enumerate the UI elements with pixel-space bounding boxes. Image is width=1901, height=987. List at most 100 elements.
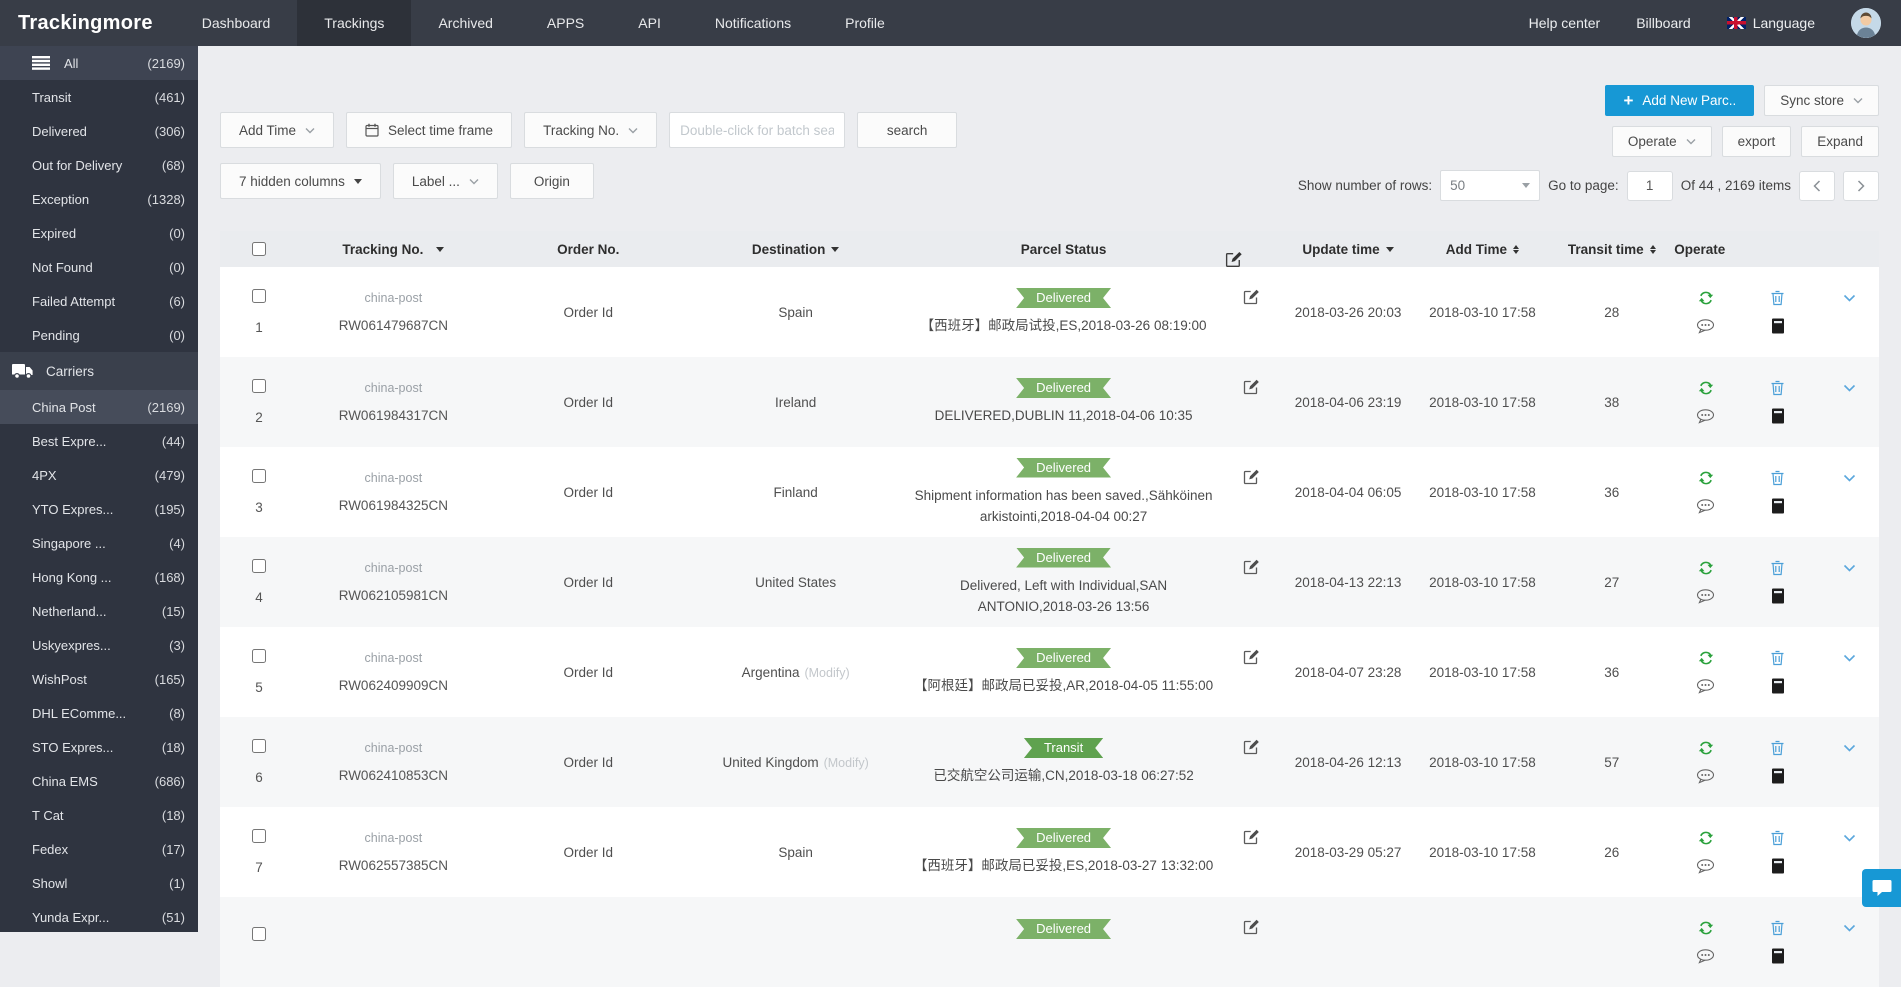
edit-note-icon[interactable] (1242, 917, 1261, 936)
archive-icon[interactable] (1771, 948, 1785, 964)
sidebar-item[interactable]: Netherland... (15) (0, 594, 198, 628)
tracking-number[interactable]: RW062410853CN (339, 768, 448, 783)
comment-icon[interactable] (1696, 319, 1715, 334)
comment-icon[interactable] (1696, 589, 1715, 604)
label-filter-dropdown[interactable]: Label ... (393, 163, 498, 199)
hidden-columns-dropdown[interactable]: 7 hidden columns (220, 163, 381, 199)
sidebar-item[interactable]: DHL EComme... (8) (0, 696, 198, 730)
nav-tab[interactable]: Profile (818, 0, 912, 46)
refresh-icon[interactable] (1698, 830, 1714, 846)
page-number-input[interactable] (1627, 171, 1673, 201)
search-button[interactable]: search (857, 112, 957, 148)
edit-note-icon[interactable] (1242, 737, 1261, 756)
tracking-number[interactable]: RW062409909CN (339, 678, 448, 693)
row-checkbox[interactable] (252, 379, 266, 393)
edit-note-icon[interactable] (1242, 377, 1261, 396)
delete-icon[interactable] (1770, 290, 1785, 306)
nav-tab[interactable]: Notifications (688, 0, 818, 46)
sidebar-item[interactable]: WishPost (165) (0, 662, 198, 696)
modify-link[interactable]: (Modify) (824, 756, 869, 770)
delete-icon[interactable] (1770, 740, 1785, 756)
sidebar-item[interactable]: Exception (1328) (0, 182, 198, 216)
expand-row-chevron-icon[interactable] (1843, 384, 1856, 393)
expand-row-chevron-icon[interactable] (1843, 744, 1856, 753)
sync-store-dropdown[interactable]: Sync store (1764, 85, 1879, 116)
sidebar-item[interactable]: Hong Kong ... (168) (0, 560, 198, 594)
prev-page-button[interactable] (1799, 171, 1835, 201)
expand-row-chevron-icon[interactable] (1843, 564, 1856, 573)
nav-tab[interactable]: API (611, 0, 688, 46)
select-time-frame-button[interactable]: Select time frame (346, 112, 512, 148)
rows-per-page-select[interactable]: 50 (1440, 170, 1540, 201)
sidebar-item[interactable]: China EMS (686) (0, 764, 198, 798)
archive-icon[interactable] (1771, 858, 1785, 874)
nav-billboard[interactable]: Billboard (1636, 15, 1690, 31)
row-checkbox[interactable] (252, 559, 266, 573)
live-chat-button[interactable] (1862, 869, 1901, 907)
delete-icon[interactable] (1770, 920, 1785, 936)
sidebar-item[interactable]: Delivered (306) (0, 114, 198, 148)
row-checkbox[interactable] (252, 469, 266, 483)
header-update-time[interactable]: Update time (1278, 242, 1417, 257)
export-button[interactable]: export (1722, 126, 1792, 157)
nav-tab[interactable]: Trackings (297, 0, 411, 46)
row-checkbox[interactable] (252, 927, 266, 941)
archive-icon[interactable] (1771, 498, 1785, 514)
sidebar-item[interactable]: Best Expre... (44) (0, 424, 198, 458)
sidebar-item[interactable]: Out for Delivery (68) (0, 148, 198, 182)
refresh-icon[interactable] (1698, 740, 1714, 756)
row-checkbox[interactable] (252, 289, 266, 303)
row-checkbox[interactable] (252, 649, 266, 663)
edit-note-icon[interactable] (1242, 647, 1261, 666)
expand-row-chevron-icon[interactable] (1843, 924, 1856, 933)
edit-note-icon[interactable] (1242, 287, 1261, 306)
tracking-number[interactable]: RW061479687CN (339, 318, 448, 333)
sidebar-item[interactable]: Pending (0) (0, 318, 198, 352)
sidebar-item[interactable]: All (2169) (0, 46, 198, 80)
edit-note-icon[interactable] (1242, 467, 1261, 486)
header-tracking-no[interactable]: Tracking No. (298, 242, 489, 257)
sidebar-item[interactable]: Expired (0) (0, 216, 198, 250)
nav-language[interactable]: Language (1727, 15, 1815, 31)
delete-icon[interactable] (1770, 830, 1785, 846)
delete-icon[interactable] (1770, 650, 1785, 666)
user-avatar[interactable] (1851, 8, 1881, 38)
expand-row-chevron-icon[interactable] (1843, 474, 1856, 483)
batch-search-input[interactable] (669, 112, 845, 148)
next-page-button[interactable] (1843, 171, 1879, 201)
sidebar-item[interactable]: Not Found (0) (0, 250, 198, 284)
archive-icon[interactable] (1771, 678, 1785, 694)
sidebar-item[interactable]: STO Expres... (18) (0, 730, 198, 764)
sidebar-item[interactable]: Uskyexpres... (3) (0, 628, 198, 662)
nav-tab[interactable]: APPS (520, 0, 611, 46)
delete-icon[interactable] (1770, 470, 1785, 486)
archive-icon[interactable] (1771, 408, 1785, 424)
sidebar-item[interactable]: T Cat (18) (0, 798, 198, 832)
comment-icon[interactable] (1696, 949, 1715, 964)
sidebar-item[interactable]: Transit (461) (0, 80, 198, 114)
refresh-icon[interactable] (1698, 650, 1714, 666)
comment-icon[interactable] (1696, 679, 1715, 694)
delete-icon[interactable] (1770, 380, 1785, 396)
header-add-time[interactable]: Add Time (1418, 242, 1547, 257)
sidebar-carriers-header[interactable]: Carriers (0, 352, 198, 390)
add-time-dropdown[interactable]: Add Time (220, 112, 334, 148)
refresh-icon[interactable] (1698, 560, 1714, 576)
delete-icon[interactable] (1770, 560, 1785, 576)
nav-help-center[interactable]: Help center (1529, 15, 1601, 31)
brand-logo[interactable]: Trackingmore (0, 0, 175, 46)
tracking-number[interactable]: RW061984317CN (339, 408, 448, 423)
refresh-icon[interactable] (1698, 290, 1714, 306)
header-destination[interactable]: Destination (688, 242, 904, 257)
comment-icon[interactable] (1696, 409, 1715, 424)
sidebar-item[interactable]: Failed Attempt (6) (0, 284, 198, 318)
nav-tab[interactable]: Dashboard (175, 0, 298, 46)
comment-icon[interactable] (1696, 499, 1715, 514)
row-checkbox[interactable] (252, 829, 266, 843)
archive-icon[interactable] (1771, 768, 1785, 784)
header-edit-icon[interactable] (1224, 229, 1279, 269)
sidebar-item[interactable]: Singapore ... (4) (0, 526, 198, 560)
expand-row-chevron-icon[interactable] (1843, 834, 1856, 843)
edit-note-icon[interactable] (1242, 827, 1261, 846)
tracking-no-dropdown[interactable]: Tracking No. (524, 112, 657, 148)
